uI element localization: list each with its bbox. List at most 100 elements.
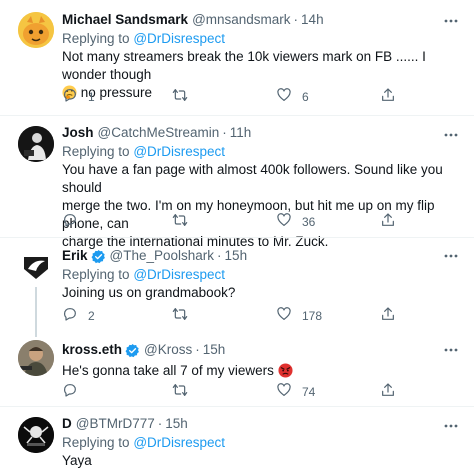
retweet-icon xyxy=(172,306,188,325)
separator-dot: · xyxy=(195,342,200,357)
avatar[interactable] xyxy=(18,417,54,453)
timestamp[interactable]: 15h xyxy=(203,341,226,359)
share-icon xyxy=(380,306,396,325)
share-button[interactable] xyxy=(380,87,396,106)
display-name[interactable]: Josh xyxy=(62,124,94,142)
reply-button[interactable]: 2 xyxy=(62,306,95,325)
replying-to-label: Replying to xyxy=(62,31,130,46)
retweet-icon xyxy=(172,87,188,106)
retweet-button[interactable] xyxy=(172,87,198,106)
reply-button[interactable] xyxy=(62,212,88,231)
replying-to-label: Replying to xyxy=(62,144,130,159)
user-handle[interactable]: @The_Poolshark xyxy=(110,247,215,265)
timestamp[interactable]: 14h xyxy=(301,11,324,29)
share-button[interactable] xyxy=(380,382,396,401)
timestamp[interactable]: 15h xyxy=(225,247,248,265)
tweet-kross[interactable]: kross.eth @Kross · 15h He's gonna take a… xyxy=(0,334,474,406)
user-handle[interactable]: @mnsandsmark xyxy=(192,11,290,29)
separator-dot: · xyxy=(222,125,227,140)
display-name[interactable]: kross.eth xyxy=(62,341,122,359)
retweet-button[interactable] xyxy=(172,212,198,231)
reply-icon xyxy=(62,382,78,401)
share-button[interactable] xyxy=(380,212,396,231)
like-button[interactable]: 74 xyxy=(276,382,315,401)
heart-icon xyxy=(276,212,292,231)
tweet-actions: 1 6 xyxy=(62,87,402,105)
user-handle[interactable]: @BTMrD777 xyxy=(76,415,155,433)
replying-to-label: Replying to xyxy=(62,435,130,450)
timestamp[interactable]: 11h xyxy=(230,124,252,142)
tweet-text-line: Not many streamers break the 10k viewers… xyxy=(62,49,426,82)
retweet-icon xyxy=(172,212,188,231)
more-options-icon[interactable] xyxy=(442,126,460,144)
replying-to-mention[interactable]: @DrDisrespect xyxy=(133,435,225,450)
reply-count: 2 xyxy=(88,308,95,323)
like-count: 36 xyxy=(302,214,316,229)
like-button[interactable]: 178 xyxy=(276,306,322,325)
tweet-erik[interactable]: Erik @The_Poolshark · 15h Replying to @D… xyxy=(0,238,474,334)
like-count: 74 xyxy=(302,384,316,399)
more-options-icon[interactable] xyxy=(442,417,460,435)
share-icon xyxy=(380,212,396,231)
display-name[interactable]: D xyxy=(62,415,72,433)
tweet-text-line: You have a fan page with almost 400k fol… xyxy=(62,162,443,195)
share-icon xyxy=(380,382,396,401)
tweet-actions: 2 178 xyxy=(62,306,402,324)
replying-to: Replying to @DrDisrespect xyxy=(62,434,462,452)
tweet-text: He's gonna take all 7 of my viewers xyxy=(62,362,462,383)
retweet-button[interactable] xyxy=(172,306,198,325)
tweet-header: D @BTMrD777 · 15h xyxy=(62,415,462,433)
angry-face-icon xyxy=(278,363,293,383)
tweet-d[interactable]: D @BTMrD777 · 15h Replying to @DrDisresp… xyxy=(0,407,474,474)
tweet-text: Joining us on grandmabook? xyxy=(62,285,236,300)
like-button[interactable]: 36 xyxy=(276,212,315,231)
retweet-button[interactable] xyxy=(172,382,198,401)
tweet-actions: 74 xyxy=(62,382,402,400)
like-count: 6 xyxy=(302,89,309,104)
like-count: 178 xyxy=(302,308,323,323)
replying-to-label: Replying to xyxy=(62,267,130,282)
reply-count: 1 xyxy=(88,89,95,104)
separator-dot: · xyxy=(293,12,299,27)
replying-to-mention[interactable]: @DrDisrespect xyxy=(133,267,225,282)
heart-icon xyxy=(276,87,292,106)
avatar[interactable] xyxy=(18,340,54,376)
replying-to: Replying to @DrDisrespect xyxy=(62,266,462,284)
avatar[interactable] xyxy=(18,126,54,162)
tweet-josh[interactable]: Josh @CatchMeStreamin · 11h Replying to … xyxy=(0,116,474,249)
replying-to: Replying to @DrDisrespect xyxy=(62,30,462,48)
user-handle[interactable]: @Kross xyxy=(144,341,192,359)
share-icon xyxy=(380,87,396,106)
more-options-icon[interactable] xyxy=(442,12,460,30)
user-handle[interactable]: @CatchMeStreamin xyxy=(98,124,220,142)
avatar[interactable] xyxy=(18,12,54,48)
tweet-michael-sandsmark[interactable]: Michael Sandsmark @mnsandsmark · 14h Rep… xyxy=(0,0,474,115)
avatar[interactable] xyxy=(18,247,54,283)
reply-icon xyxy=(62,306,78,325)
heart-icon xyxy=(276,306,292,325)
reply-button[interactable] xyxy=(62,382,88,401)
replying-to-mention[interactable]: @DrDisrespect xyxy=(133,144,225,159)
verified-badge-icon xyxy=(91,249,106,264)
display-name[interactable]: Michael Sandsmark xyxy=(62,11,188,29)
reply-icon xyxy=(62,212,78,231)
tweet-actions: 36 xyxy=(62,212,402,230)
tweet-header: Michael Sandsmark @mnsandsmark · 14h xyxy=(62,11,462,29)
retweet-icon xyxy=(172,382,188,401)
like-button[interactable]: 6 xyxy=(276,87,309,106)
timestamp[interactable]: 15h xyxy=(165,415,188,433)
reply-button[interactable]: 1 xyxy=(62,87,95,106)
more-options-icon[interactable] xyxy=(442,247,460,265)
tweet-text: Yaya xyxy=(62,453,92,468)
display-name[interactable]: Erik xyxy=(62,247,88,265)
reply-icon xyxy=(62,87,78,106)
more-options-icon[interactable] xyxy=(442,341,460,359)
verified-badge-icon xyxy=(125,343,140,358)
separator-dot: · xyxy=(157,416,163,431)
heart-icon xyxy=(276,382,292,401)
share-button[interactable] xyxy=(380,306,396,325)
tweet-text-line: He's gonna take all 7 of my viewers xyxy=(62,363,274,378)
tweet-header: kross.eth @Kross · 15h xyxy=(62,341,462,359)
replying-to-mention[interactable]: @DrDisrespect xyxy=(133,31,225,46)
separator-dot: · xyxy=(217,248,222,263)
